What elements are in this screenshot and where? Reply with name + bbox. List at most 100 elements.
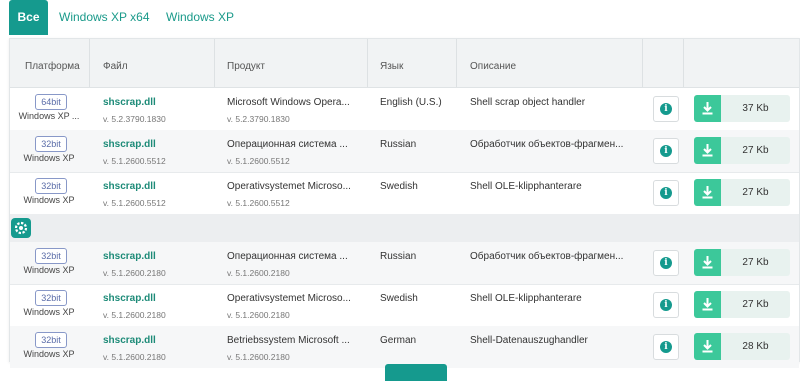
download-button[interactable]: 27 Kb <box>694 179 790 206</box>
bitness-badge: 32bit <box>35 290 67 306</box>
download-icon <box>694 249 721 276</box>
download-icon <box>694 95 721 122</box>
file-size: 27 Kb <box>721 179 790 206</box>
file-name-link[interactable]: shscrap.dll <box>103 335 156 346</box>
product-name: Операционная система ... <box>227 251 348 262</box>
download-button[interactable]: 37 Kb <box>694 95 790 122</box>
download-icon <box>694 333 721 360</box>
gear-icon[interactable] <box>11 218 31 238</box>
table-row: 32bit Windows XP shscrap.dll v. 5.1.2600… <box>10 172 799 215</box>
header-divider <box>683 39 684 87</box>
language: English (U.S.) <box>380 97 442 108</box>
table-row: 32bit Windows XP shscrap.dll v. 5.1.2600… <box>10 130 799 173</box>
bitness-badge: 32bit <box>35 178 67 194</box>
info-icon: i <box>660 257 672 269</box>
table-row: 64bit Windows XP ... shscrap.dll v. 5.2.… <box>10 88 799 131</box>
header-product: Продукт <box>227 61 265 72</box>
description: Обработчик объектов-фрагмен... <box>470 139 624 150</box>
header-divider <box>214 39 215 87</box>
product-version: v. 5.1.2600.2180 <box>227 352 290 362</box>
product-name: Операционная система ... <box>227 139 348 150</box>
table-row: 32bit Windows XP shscrap.dll v. 5.1.2600… <box>10 326 799 368</box>
header-language: Язык <box>380 61 404 72</box>
header-divider <box>367 39 368 87</box>
bitness-badge: 32bit <box>35 136 67 152</box>
download-icon <box>694 179 721 206</box>
download-button[interactable]: 27 Kb <box>694 249 790 276</box>
platform-tabs: Все Windows XP x64 Windows XP <box>0 0 800 38</box>
file-version: v. 5.1.2600.2180 <box>103 310 166 320</box>
download-button[interactable]: 27 Kb <box>694 137 790 164</box>
language: German <box>380 335 417 346</box>
file-name-link[interactable]: shscrap.dll <box>103 293 156 304</box>
info-button[interactable]: i <box>653 334 679 360</box>
product-version: v. 5.1.2600.5512 <box>227 198 290 208</box>
file-version: v. 5.1.2600.2180 <box>103 352 166 362</box>
tab-all[interactable]: Все <box>9 0 48 35</box>
language: Russian <box>380 139 417 150</box>
file-version: v. 5.1.2600.2180 <box>103 268 166 278</box>
info-button[interactable]: i <box>653 138 679 164</box>
file-size: 27 Kb <box>721 137 790 164</box>
download-button[interactable]: 27 Kb <box>694 291 790 318</box>
table-header: Платформа Файл Продукт Язык Описание <box>10 39 799 88</box>
dll-files-table: Платформа Файл Продукт Язык Описание 64b… <box>9 38 800 368</box>
language: Swedish <box>380 181 418 192</box>
file-size: 28 Kb <box>721 333 790 360</box>
product-version: v. 5.2.3790.1830 <box>227 114 290 124</box>
info-button[interactable]: i <box>653 250 679 276</box>
info-icon: i <box>660 187 672 199</box>
bitness-badge: 32bit <box>35 248 67 264</box>
description: Обработчик объектов-фрагмен... <box>470 251 624 262</box>
product-name: Betriebssystem Microsoft ... <box>227 335 350 346</box>
file-name-link[interactable]: shscrap.dll <box>103 251 156 262</box>
platform-name: Windows XP <box>23 307 75 317</box>
language: Russian <box>380 251 417 262</box>
product-name: Microsoft Windows Opera... <box>227 97 350 108</box>
product-name: Operativsystemet Microso... <box>227 293 351 304</box>
file-name-link[interactable]: shscrap.dll <box>103 181 156 192</box>
header-divider <box>456 39 457 87</box>
tab-windows-xp-x64[interactable]: Windows XP x64 <box>59 0 150 35</box>
info-icon: i <box>660 299 672 311</box>
language: Swedish <box>380 293 418 304</box>
file-size: 27 Kb <box>721 291 790 318</box>
file-size: 37 Kb <box>721 95 790 122</box>
platform-name: Windows XP <box>23 349 75 359</box>
table-row: 32bit Windows XP shscrap.dll v. 5.1.2600… <box>10 242 799 285</box>
info-icon: i <box>660 103 672 115</box>
product-name: Operativsystemet Microso... <box>227 181 351 192</box>
description: Shell scrap object handler <box>470 97 586 108</box>
info-button[interactable]: i <box>653 292 679 318</box>
group-separator <box>10 214 799 243</box>
download-button[interactable]: 28 Kb <box>694 333 790 360</box>
description: Shell OLE-klipphanterare <box>470 181 582 192</box>
pagination-tab[interactable] <box>385 364 447 381</box>
header-divider <box>89 39 90 87</box>
header-platform: Платформа <box>25 61 80 72</box>
platform-name: Windows XP <box>23 153 75 163</box>
file-version: v. 5.1.2600.5512 <box>103 156 166 166</box>
header-description: Описание <box>470 61 517 72</box>
info-icon: i <box>660 145 672 157</box>
platform-name: Windows XP <box>23 195 75 205</box>
file-name-link[interactable]: shscrap.dll <box>103 139 156 150</box>
description: Shell OLE-klipphanterare <box>470 293 582 304</box>
file-size: 27 Kb <box>721 249 790 276</box>
info-button[interactable]: i <box>653 180 679 206</box>
product-version: v. 5.1.2600.2180 <box>227 310 290 320</box>
platform-name: Windows XP <box>23 265 75 275</box>
info-icon: i <box>660 341 672 353</box>
info-button[interactable]: i <box>653 96 679 122</box>
header-divider <box>642 39 643 87</box>
tab-windows-xp[interactable]: Windows XP <box>166 0 234 35</box>
download-icon <box>694 137 721 164</box>
bitness-badge: 32bit <box>35 332 67 348</box>
platform-name: Windows XP ... <box>18 111 80 121</box>
file-version: v. 5.2.3790.1830 <box>103 114 166 124</box>
bitness-badge: 64bit <box>35 94 67 110</box>
table-row: 32bit Windows XP shscrap.dll v. 5.1.2600… <box>10 284 799 327</box>
file-name-link[interactable]: shscrap.dll <box>103 97 156 108</box>
header-file: Файл <box>103 61 128 72</box>
product-version: v. 5.1.2600.5512 <box>227 156 290 166</box>
